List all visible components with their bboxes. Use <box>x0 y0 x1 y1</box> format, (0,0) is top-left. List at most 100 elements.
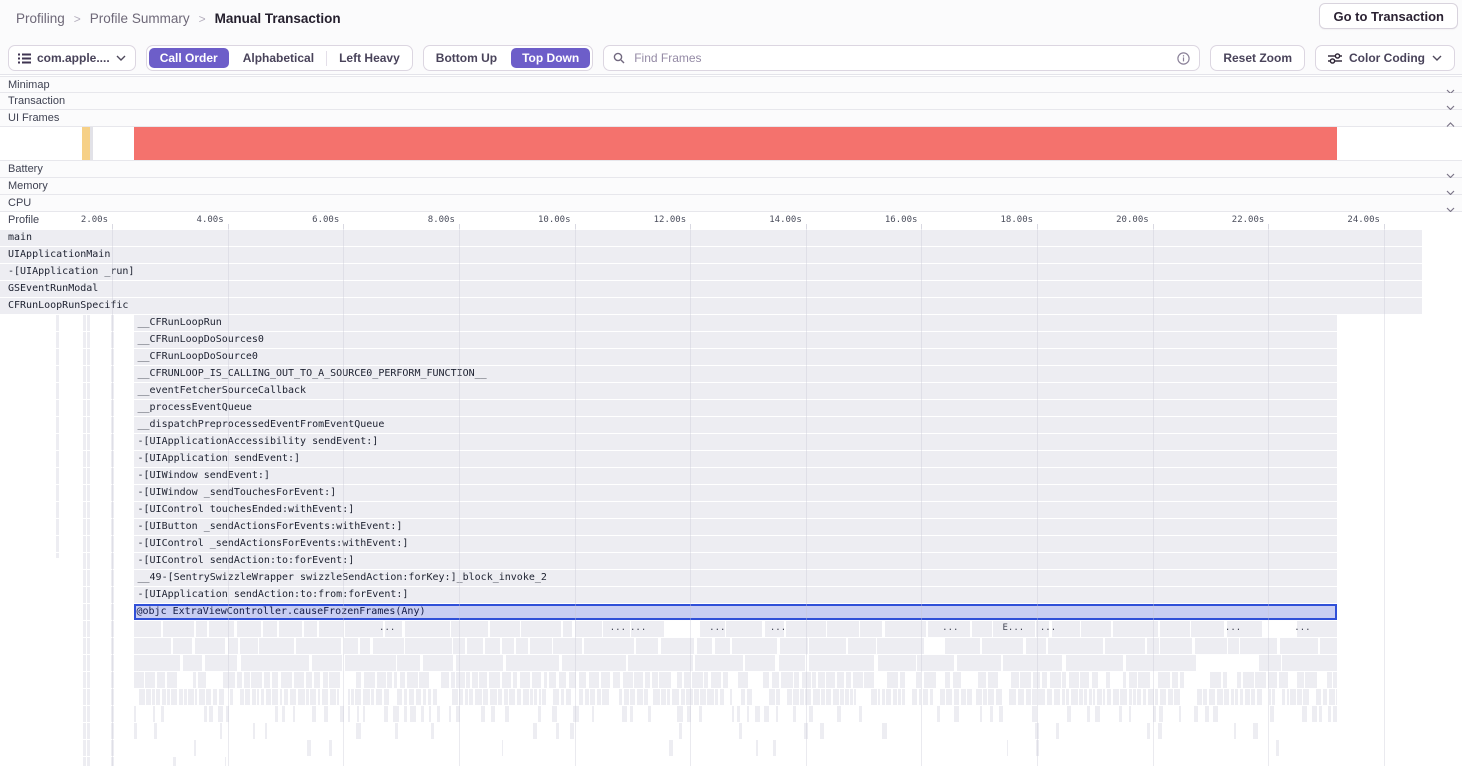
flame-frame-small[interactable] <box>1095 706 1100 722</box>
flame-frame[interactable]: -[UIButton _sendActionsForEvents:withEve… <box>134 519 1338 535</box>
flame-frame-small[interactable] <box>648 706 651 722</box>
flame-frame[interactable]: __dispatchPreprocessedEventFromEventQueu… <box>134 417 1338 433</box>
flame-frame-small[interactable] <box>134 655 181 671</box>
reset-zoom-button[interactable]: Reset Zoom <box>1210 45 1305 71</box>
flame-frame-small[interactable] <box>225 757 226 766</box>
flame-frame-small[interactable] <box>1081 621 1110 637</box>
flame-frame-small[interactable] <box>597 689 601 705</box>
flame-frame-small[interactable] <box>469 689 473 705</box>
flame-frame-small[interactable] <box>1020 672 1030 688</box>
flame-frame-small[interactable] <box>1255 672 1266 688</box>
flame-stack-column[interactable] <box>87 315 90 766</box>
flame-frame-small[interactable] <box>864 672 874 688</box>
flame-frame-small[interactable] <box>275 706 279 722</box>
flame-frame-small[interactable] <box>1159 706 1163 722</box>
flame-frame-small[interactable] <box>1224 689 1229 705</box>
flame-frame-small[interactable] <box>419 672 429 688</box>
flame-frame-small[interactable] <box>697 638 712 654</box>
flame-frame-small[interactable] <box>1290 689 1296 705</box>
flame-frame-small[interactable] <box>298 689 305 705</box>
flame-frame-small[interactable] <box>489 672 500 688</box>
flame-frame-small[interactable] <box>917 655 954 671</box>
flame-frame-small[interactable] <box>661 638 695 654</box>
flame-frame-small[interactable] <box>636 638 658 654</box>
flame-frame-small[interactable] <box>194 740 196 756</box>
flame-frame-small[interactable] <box>976 689 982 705</box>
sort-call-order-button[interactable]: Call Order <box>149 48 229 68</box>
frame-divider-bar[interactable] <box>90 127 92 160</box>
flame-frame-small[interactable] <box>307 740 311 756</box>
flame-frame-small[interactable] <box>1062 672 1066 688</box>
flame-frame-small[interactable] <box>329 740 333 756</box>
flame-frame-small[interactable] <box>812 672 816 688</box>
flame-frame-small[interactable] <box>393 706 398 722</box>
flame-frame-small[interactable] <box>1303 689 1309 705</box>
flame-frame[interactable]: -[UIControl sendAction:to:forEvent:] <box>134 553 1338 569</box>
flame-frame-small[interactable] <box>741 689 746 705</box>
flame-frame-small[interactable] <box>530 689 533 705</box>
flame-frame-small[interactable] <box>1047 689 1052 705</box>
flame-frame-small[interactable] <box>1129 689 1132 705</box>
flame-frame-small[interactable] <box>153 706 155 722</box>
flame-frame-small[interactable] <box>1056 723 1059 739</box>
flame-frame-small[interactable] <box>1191 621 1224 637</box>
flame-frame-small[interactable] <box>877 638 924 654</box>
flame-frame-small[interactable] <box>900 672 904 688</box>
flame-frame[interactable]: __processEventQueue <box>134 400 1338 416</box>
flame-frame-small[interactable] <box>780 638 808 654</box>
flame-frame-small[interactable] <box>707 689 714 705</box>
flame-frame-small[interactable] <box>1106 672 1110 688</box>
flame-frame-small[interactable] <box>188 689 194 705</box>
flame-frame-small[interactable] <box>355 689 361 705</box>
flame-frame-small[interactable] <box>561 689 564 705</box>
flame-frame-small[interactable] <box>1179 706 1182 722</box>
flame-frame-small[interactable] <box>732 638 777 654</box>
flame-frame-small[interactable] <box>218 706 222 722</box>
flame-frame-small[interactable] <box>502 740 504 756</box>
flame-frame-small[interactable] <box>781 672 792 688</box>
flame-frame-small[interactable] <box>1054 689 1060 705</box>
flame-frame-small[interactable] <box>195 638 225 654</box>
flame-frame-small[interactable] <box>945 638 980 654</box>
flame-frame-small[interactable] <box>634 672 643 688</box>
flame-frame-small[interactable] <box>1329 689 1335 705</box>
flame-frame-small[interactable] <box>198 672 206 688</box>
flame-frame-small[interactable] <box>990 706 993 722</box>
flame-frame-selected[interactable]: @objc ExtraViewController.causeFrozenFra… <box>134 604 1338 620</box>
flame-frame-small[interactable] <box>437 706 440 722</box>
flame-frame-small[interactable] <box>653 689 660 705</box>
flame-frame-small[interactable] <box>363 706 365 722</box>
flame-frame-small[interactable] <box>1228 638 1238 654</box>
flame-frame-small[interactable] <box>409 689 413 705</box>
flame-frame-small[interactable] <box>794 672 799 688</box>
flame-frame-small[interactable] <box>737 706 740 722</box>
flame-frame-small[interactable] <box>972 621 992 637</box>
flame-frame-small[interactable] <box>694 689 700 705</box>
flame-frame[interactable]: __CFRUNLOOP_IS_CALLING_OUT_TO_A_SOURCE0_… <box>134 366 1338 382</box>
flame-frame-small[interactable] <box>373 638 404 654</box>
flame-frame-small[interactable] <box>1158 672 1170 688</box>
flame-frame-small[interactable] <box>584 638 634 654</box>
flame-frame-small[interactable] <box>566 689 571 705</box>
flame-frame-small[interactable] <box>827 621 859 637</box>
flame-frame-small[interactable] <box>1062 689 1064 705</box>
flame-frame-small[interactable] <box>898 689 901 705</box>
flame-frame-small[interactable] <box>1240 689 1244 705</box>
thread-selector-dropdown[interactable]: com.apple.... <box>8 45 136 71</box>
flame-frame-small[interactable] <box>304 621 317 637</box>
flame-frame-small[interactable] <box>1105 638 1145 654</box>
flame-frame-small[interactable] <box>878 655 916 671</box>
flame-frame[interactable]: -[UIWindow sendEvent:] <box>134 468 1338 484</box>
flame-frame-small[interactable] <box>504 689 508 705</box>
flame-frame-small[interactable] <box>534 689 537 705</box>
flame-frame-small[interactable] <box>1133 689 1136 705</box>
flame-frame-small[interactable] <box>193 672 196 688</box>
flame-frame-small[interactable] <box>163 621 193 637</box>
flame-frame-small[interactable] <box>284 689 288 705</box>
flame-frame-small[interactable] <box>209 706 213 722</box>
flame-frame-small[interactable] <box>456 672 464 688</box>
flame-frame-small[interactable] <box>793 706 796 722</box>
flame-frame-small[interactable] <box>1237 672 1242 688</box>
flame-frame-small[interactable] <box>1257 689 1262 705</box>
flame-frame-small[interactable] <box>833 689 839 705</box>
